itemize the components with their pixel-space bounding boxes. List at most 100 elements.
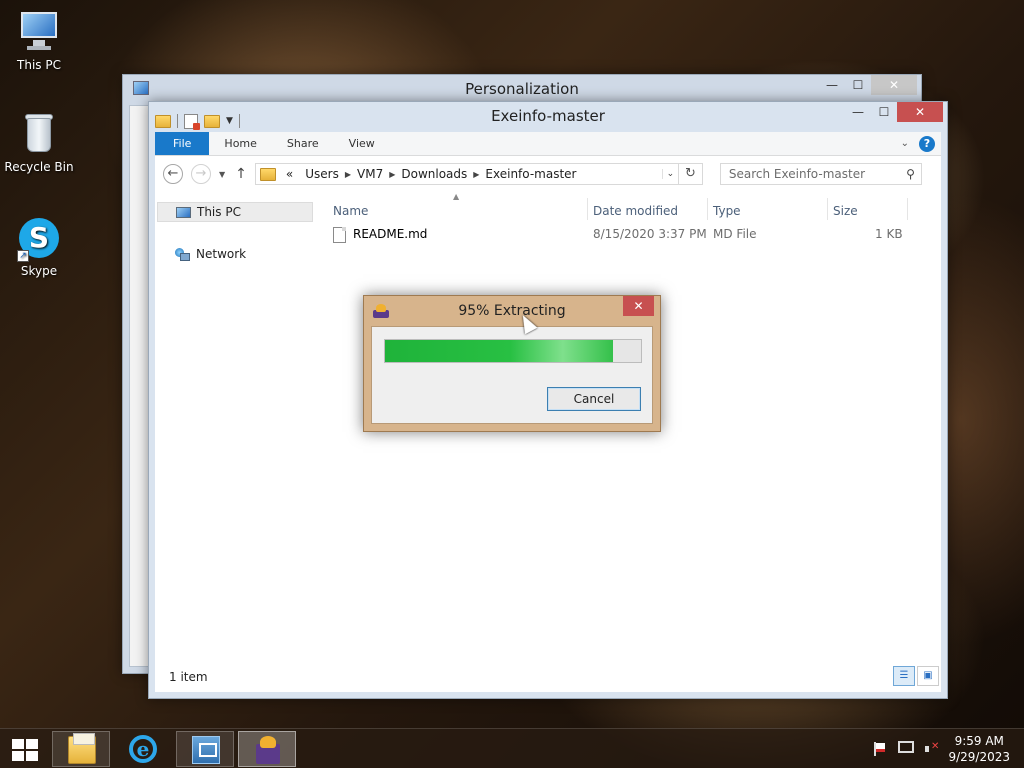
clock-date: 9/29/2023: [948, 750, 1010, 764]
clock-time: 9:59 AM: [954, 734, 1004, 748]
quick-access-toolbar: ▼: [155, 107, 240, 135]
extraction-progress-bar: [384, 339, 642, 363]
column-header-name[interactable]: Name: [333, 204, 368, 218]
extracting-dialog[interactable]: 95% Extracting ✕ Cancel: [363, 295, 661, 432]
expand-ribbon-chevron-icon[interactable]: ⌄: [901, 138, 909, 149]
nav-item-this-pc[interactable]: This PC: [157, 202, 313, 222]
table-row[interactable]: README.md 8/15/2020 3:37 PM MD File 1 KB: [333, 224, 933, 244]
column-header-type[interactable]: Type: [713, 204, 741, 218]
start-icon: [12, 739, 24, 749]
taskbar-control-panel[interactable]: [176, 731, 234, 767]
navigation-bar: ← → ▼ ↑ « Users ▶ VM7 ▶ Downloads ▶ Exei…: [155, 156, 941, 192]
file-explorer-icon: [68, 733, 96, 764]
breadcrumb-separator-icon[interactable]: ▶: [345, 170, 351, 179]
details-view-icon[interactable]: ☰: [893, 666, 915, 686]
address-bar[interactable]: « Users ▶ VM7 ▶ Downloads ▶ Exeinfo-mast…: [254, 163, 679, 185]
search-icon[interactable]: ⚲: [906, 167, 915, 181]
taskbar: e 9:59 AM 9/29/2023: [0, 728, 1024, 768]
column-header-date-modified[interactable]: Date modified: [593, 204, 678, 218]
recent-locations-chevron-icon[interactable]: ▼: [219, 170, 225, 179]
desktop-icon-label: Recycle Bin: [4, 160, 74, 174]
breadcrumb-separator-icon[interactable]: ▶: [389, 170, 395, 179]
close-button[interactable]: ✕: [871, 75, 917, 95]
action-center-flag-icon[interactable]: [872, 741, 888, 757]
desktop-icon-skype[interactable]: S ↗ Skype: [4, 216, 74, 278]
customize-toolbar-chevron-icon[interactable]: ▼: [226, 107, 233, 135]
breadcrumb-exeinfo-master[interactable]: Exeinfo-master: [485, 167, 576, 181]
file-name: README.md: [353, 227, 428, 241]
this-pc-icon: [176, 206, 191, 218]
forward-button[interactable]: →: [191, 164, 211, 184]
window-title: Personalization: [465, 80, 579, 98]
explorer-content: This PC Network ▲ Name Date modified Typ…: [155, 192, 941, 692]
tab-view[interactable]: View: [334, 132, 390, 155]
folder-icon: [259, 167, 276, 181]
search-input[interactable]: Search Exeinfo-master ⚲: [719, 163, 922, 185]
properties-icon[interactable]: [184, 113, 200, 130]
divider: [238, 114, 240, 128]
breadcrumb-vm7[interactable]: VM7: [357, 167, 383, 181]
tab-file[interactable]: File: [155, 132, 210, 155]
close-button[interactable]: ✕: [897, 102, 943, 122]
file-type: MD File: [713, 227, 757, 241]
taskbar-clock[interactable]: 9:59 AM 9/29/2023: [948, 733, 1010, 765]
help-icon[interactable]: ?: [919, 135, 935, 152]
network-status-icon[interactable]: [898, 741, 914, 753]
nav-item-label: Network: [196, 247, 247, 261]
address-prefix[interactable]: «: [286, 167, 293, 181]
status-bar: 1 item ☰ ▣: [155, 662, 941, 692]
nav-item-network[interactable]: Network: [175, 244, 246, 264]
progress-fill: [385, 340, 613, 362]
column-divider[interactable]: [587, 198, 588, 220]
close-button[interactable]: ✕: [623, 296, 654, 316]
desktop-icon-label: Skype: [20, 264, 58, 278]
back-button[interactable]: ←: [163, 164, 183, 184]
desktop-icon-recycle-bin[interactable]: Recycle Bin: [4, 112, 74, 174]
breadcrumb-downloads[interactable]: Downloads: [401, 167, 467, 181]
folder-icon: [155, 114, 171, 128]
column-divider[interactable]: [827, 198, 828, 220]
volume-muted-icon[interactable]: [924, 741, 940, 757]
start-button[interactable]: [12, 739, 38, 761]
ribbon: File Home Share View ⌄ ?: [155, 132, 941, 156]
taskbar-internet-explorer[interactable]: e: [114, 731, 172, 767]
large-icons-view-icon[interactable]: ▣: [917, 666, 939, 686]
search-placeholder: Search Exeinfo-master: [728, 167, 866, 181]
tab-share[interactable]: Share: [272, 132, 334, 155]
personalization-titlebar[interactable]: Personalization — ☐ ✕: [123, 75, 921, 103]
taskbar-file-explorer[interactable]: [52, 731, 110, 767]
refresh-button[interactable]: ↻: [678, 163, 703, 185]
breadcrumb-users[interactable]: Users: [305, 167, 339, 181]
exeinfo-app-icon: [373, 304, 389, 318]
recycle-bin-icon: [17, 112, 61, 156]
minimize-button[interactable]: —: [819, 75, 845, 95]
address-dropdown-chevron-icon[interactable]: ⌄: [661, 169, 678, 179]
up-button[interactable]: ↑: [235, 166, 247, 182]
divider: [177, 114, 178, 128]
maximize-button[interactable]: ☐: [845, 75, 871, 95]
tab-home[interactable]: Home: [209, 132, 271, 155]
exeinfo-icon: [254, 736, 282, 764]
navigation-pane: This PC Network: [155, 192, 315, 662]
new-folder-icon[interactable]: [204, 114, 220, 128]
system-tray: [872, 741, 940, 757]
explorer-titlebar[interactable]: ▼ Exeinfo-master — ☐ ✕: [149, 102, 947, 130]
file-date-modified: 8/15/2020 3:37 PM: [593, 227, 707, 241]
maximize-button[interactable]: ☐: [871, 102, 897, 122]
network-icon: [175, 247, 190, 261]
dialog-body: Cancel: [371, 326, 653, 424]
column-divider[interactable]: [907, 198, 908, 220]
breadcrumb-separator-icon[interactable]: ▶: [473, 170, 479, 179]
desktop-icon-this-pc[interactable]: This PC: [4, 10, 74, 72]
minimize-button[interactable]: —: [845, 102, 871, 122]
desktop-icon-label: This PC: [17, 58, 61, 72]
skype-icon: S ↗: [17, 216, 61, 262]
dialog-title: 95% Extracting: [458, 303, 566, 319]
taskbar-exeinfo[interactable]: [238, 731, 296, 767]
internet-explorer-icon: e: [129, 735, 157, 763]
cancel-button[interactable]: Cancel: [547, 387, 641, 411]
this-pc-icon: [17, 10, 61, 54]
dialog-titlebar[interactable]: 95% Extracting ✕: [364, 296, 660, 324]
column-header-size[interactable]: Size: [833, 204, 858, 218]
column-divider[interactable]: [707, 198, 708, 220]
